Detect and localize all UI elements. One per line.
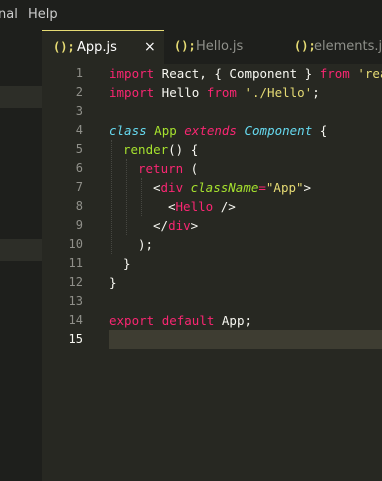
code-text: < <box>153 180 161 195</box>
sidebar <box>0 30 42 481</box>
code-text: App <box>214 313 245 328</box>
class-name: App <box>146 123 185 138</box>
line-number: 6 <box>75 161 83 175</box>
code-text: ); <box>138 237 154 252</box>
line-number: 9 <box>75 218 83 232</box>
line-number: 5 <box>75 142 83 156</box>
sidebar-highlighted-item[interactable] <box>0 239 42 261</box>
code-text: > <box>190 218 199 233</box>
line-number: 7 <box>75 180 83 194</box>
code-line-4: class App extends Component { <box>109 121 327 140</box>
line-number: 11 <box>68 256 83 270</box>
code-line-14: export default App; <box>109 311 252 330</box>
code-text: < <box>168 199 176 214</box>
code-text: Hello <box>154 85 207 100</box>
keyword: import <box>109 85 155 100</box>
tab-bar: (); App.js × (); Hello.js (); elements.j… <box>42 30 382 64</box>
code-text: </ <box>153 218 169 233</box>
line-number-gutter: 1 2 3 4 5 6 7 8 9 10 11 12 13 14 15 <box>42 64 87 481</box>
code-editor[interactable]: 1 2 3 4 5 6 7 8 9 10 11 12 13 14 15 impo… <box>42 64 382 481</box>
code-text: React, { Component } <box>154 66 320 81</box>
tab-elements-js[interactable]: (); elements.js <box>284 30 382 64</box>
string: './Hello' <box>236 85 313 100</box>
string: "App" <box>265 180 304 195</box>
tag-name: div <box>160 180 184 195</box>
tab-hello-js[interactable]: (); Hello.js <box>164 30 284 64</box>
string: 'react <box>357 66 382 81</box>
line-number: 4 <box>75 123 83 137</box>
code-text: /> <box>213 199 236 214</box>
editor-window: nal Help (); App.js × (); Hello.js (); e… <box>0 0 382 481</box>
code-line-6: return ( <box>138 159 198 178</box>
code-line-9: </div> <box>153 216 198 235</box>
menu-item-terminal[interactable]: nal <box>0 7 18 22</box>
code-line-2: import Hello from './Hello'; <box>109 83 320 102</box>
code-line-8: <Hello /> <box>168 197 236 216</box>
line-number: 3 <box>75 104 83 118</box>
code-text: > <box>303 180 312 195</box>
keyword: from <box>206 85 237 100</box>
code-text: } <box>123 256 131 271</box>
js-file-icon: (); <box>174 39 196 53</box>
tab-label: Hello.js <box>196 39 244 54</box>
menu-item-help[interactable]: Help <box>28 7 58 22</box>
code-line-1: import React, { Component } from 'react <box>109 64 382 83</box>
tag-name: Hello <box>175 199 214 214</box>
code-text: } <box>109 275 117 290</box>
line-number: 13 <box>68 294 83 308</box>
line-number: 8 <box>75 199 83 213</box>
code-line-11: } <box>123 254 131 273</box>
keyword: import <box>109 66 155 81</box>
code-line-10: ); <box>138 235 153 254</box>
code-text: { <box>312 123 328 138</box>
line-number: 12 <box>68 275 83 289</box>
js-file-icon: (); <box>53 40 75 54</box>
code-line-12: } <box>109 273 117 292</box>
code-text: () { <box>168 142 199 157</box>
code-line-7: <div className="App"> <box>153 178 311 197</box>
line-number: 10 <box>68 237 83 251</box>
attribute-name: className <box>183 180 259 195</box>
code-line-5: render() { <box>123 140 198 159</box>
tab-app-js[interactable]: (); App.js × <box>42 30 164 64</box>
close-icon[interactable]: × <box>144 39 156 55</box>
keyword: extends <box>184 123 237 138</box>
tab-label: App.js <box>77 40 117 55</box>
code-text: ; <box>312 85 320 100</box>
line-number-current: 15 <box>68 332 83 346</box>
js-file-icon: (); <box>294 39 316 53</box>
tab-label: elements.js <box>314 39 382 54</box>
operator: = <box>258 180 266 195</box>
keyword: from <box>319 66 350 81</box>
class-name: Component <box>236 123 313 138</box>
line-number: 14 <box>68 313 83 327</box>
sidebar-selected-item[interactable] <box>0 86 42 108</box>
function-name: render <box>123 142 169 157</box>
code-text: ; <box>244 313 253 328</box>
line-number: 1 <box>75 66 83 80</box>
code-content: import React, { Component } from 'react … <box>109 64 382 481</box>
storage-keyword: class <box>109 123 147 138</box>
line-number: 2 <box>75 85 83 99</box>
keyword: return <box>138 161 184 176</box>
tag-name: div <box>168 218 191 233</box>
menu-bar: nal Help <box>0 0 382 30</box>
keyword: export <box>109 313 155 328</box>
code-text: ( <box>183 161 199 176</box>
keyword: default <box>161 313 215 328</box>
